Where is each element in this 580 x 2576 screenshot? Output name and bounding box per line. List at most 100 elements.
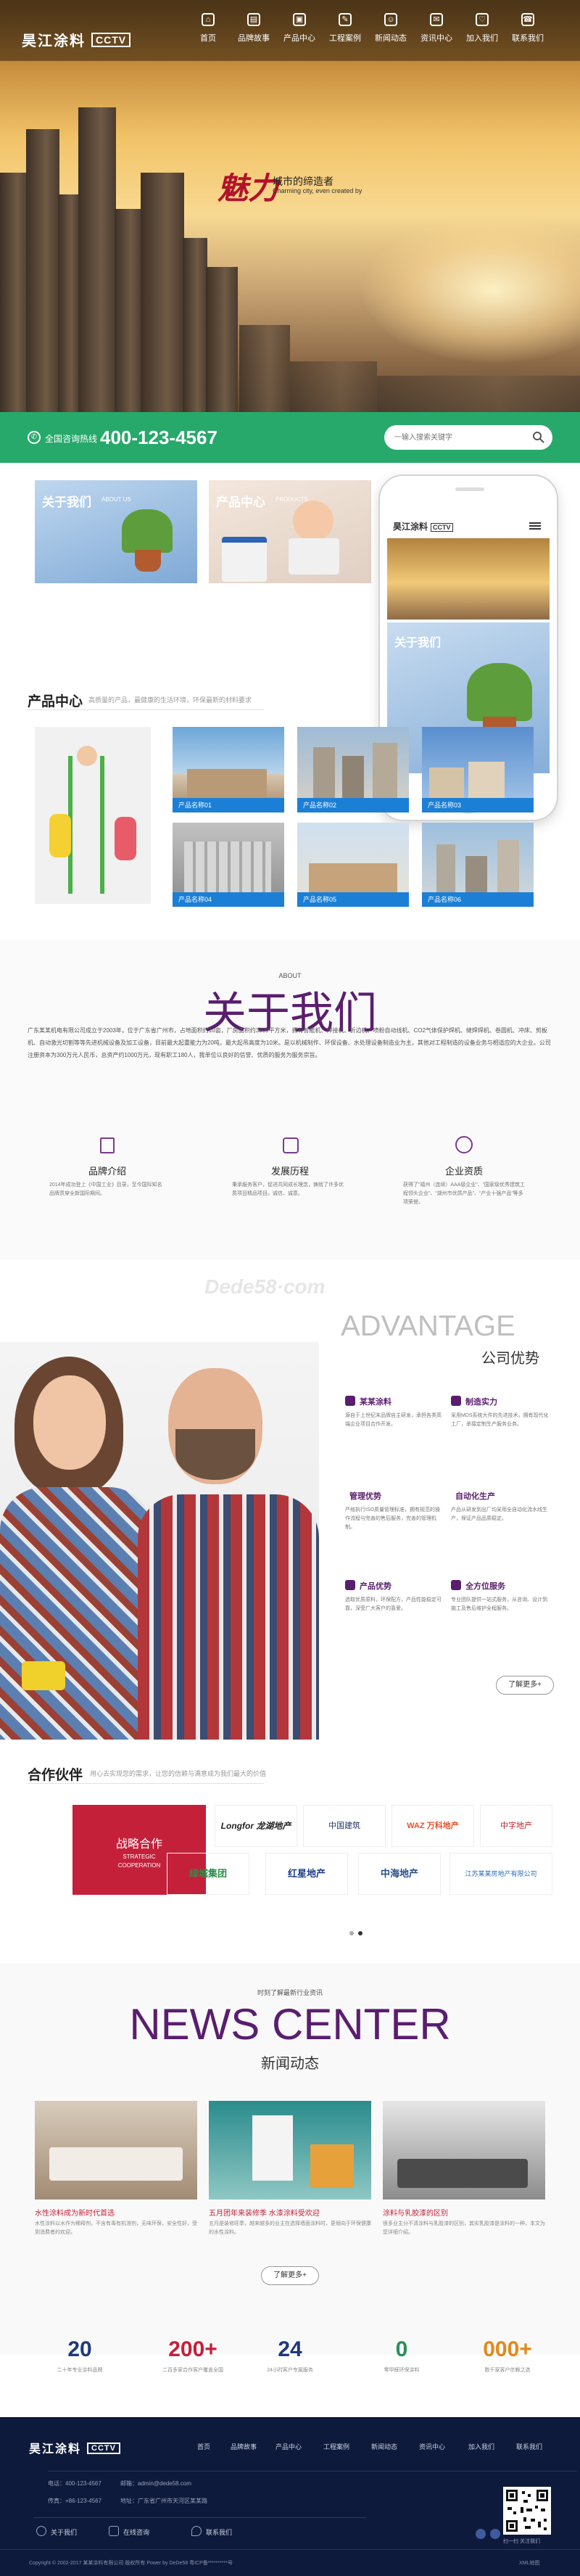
- advantage-item-title: 某某涂料: [360, 1398, 392, 1407]
- service-icon: [451, 1580, 461, 1590]
- footer-link-consult[interactable]: 在线咨询: [123, 2527, 149, 2537]
- products-divider: [28, 709, 264, 710]
- man-beard: [175, 1429, 255, 1480]
- home-icon: ⌂: [202, 13, 215, 26]
- advantage-item-title: 自动化生产: [455, 1492, 495, 1501]
- stat-value: 24: [278, 2337, 302, 2361]
- partner-logo[interactable]: 红星地产: [265, 1853, 348, 1895]
- product-card[interactable]: 产品名称05: [297, 823, 409, 907]
- footer-nav-news[interactable]: 新闻动态: [371, 2442, 397, 2451]
- partner-logo[interactable]: Longfor 龙湖地产: [215, 1805, 297, 1847]
- partner-logo[interactable]: 中国建筑: [303, 1805, 386, 1847]
- search-input[interactable]: [394, 430, 525, 445]
- partner-logo[interactable]: 中海地产: [358, 1853, 441, 1895]
- news-item-title[interactable]: 涂料与乳胶漆的区别: [383, 2207, 545, 2218]
- news-item-text: 很多业主分不清涂料与乳胶漆的区别，其实乳胶漆是涂料的一种，本文为您详细介绍。: [383, 2221, 545, 2235]
- advantage-subtitle: 公司优势: [481, 1351, 539, 1367]
- factory-icon: [451, 1396, 461, 1406]
- site-logo[interactable]: 昊江涂料 CCTV: [22, 29, 131, 50]
- cube-icon: [345, 1580, 355, 1590]
- product-feature-image[interactable]: [35, 727, 151, 904]
- carousel-dot[interactable]: [349, 1931, 354, 1935]
- product-card[interactable]: 产品名称02: [297, 727, 409, 812]
- person-figure-2: [115, 817, 136, 860]
- tile-about-sub: ABOUT US: [102, 496, 131, 503]
- qr-code-image: [503, 2487, 551, 2535]
- partner-logo[interactable]: 江苏某某房地产有限公司: [450, 1853, 552, 1895]
- news-item-title[interactable]: 五月团年来装修季 水漆涂料受欢迎: [209, 2207, 371, 2218]
- location-icon: [191, 2526, 202, 2536]
- footer-nav-cases[interactable]: 工程案例: [323, 2442, 349, 2451]
- footer-link-contact[interactable]: 联系我们: [206, 2527, 232, 2537]
- nav-item-contact[interactable]: ☎ 联系我们: [505, 13, 551, 44]
- news-image[interactable]: [35, 2101, 197, 2200]
- people-icon: ☺: [384, 13, 397, 26]
- partner-logo[interactable]: WAZ 万科地产: [392, 1805, 474, 1847]
- top-navbar: 昊江涂料 CCTV ⌂ 首页 ▤ 品牌故事 ▣ 产品中心 ✎ 工程案例 ☺ 新闻动态 ✉ 资讯…: [0, 0, 580, 61]
- footer-nav-join[interactable]: 加入我们: [468, 2442, 494, 2451]
- tile-products-sub: PRODUCTS: [276, 496, 308, 503]
- wechat-icon[interactable]: [490, 2529, 500, 2539]
- woman-face: [33, 1375, 106, 1470]
- product-card[interactable]: 产品名称06: [422, 823, 534, 907]
- footer-copyright: Copyright © 2002-2017 某某涂料有限公司 版权所有 Powe…: [29, 2561, 233, 2566]
- advantage-item-title: 管理优势: [349, 1492, 381, 1501]
- footer-link-about[interactable]: 关于我们: [51, 2527, 77, 2537]
- nav-item-brand[interactable]: ▤ 品牌故事: [231, 13, 277, 44]
- nav-item-news[interactable]: ☺ 新闻动态: [368, 13, 414, 44]
- partner-logo[interactable]: 中字地产: [480, 1805, 552, 1847]
- tile-products[interactable]: 产品中心 PRODUCTS: [209, 480, 371, 583]
- news-more-button[interactable]: 了解更多+: [261, 2266, 319, 2285]
- footer-nav-brand[interactable]: 品牌故事: [231, 2442, 257, 2451]
- footer-logo[interactable]: 昊江涂料 CCTV: [29, 2439, 120, 2456]
- product-caption: 产品名称02: [297, 798, 409, 812]
- paint-bucket-image: [222, 537, 267, 582]
- footer-email: 邮箱：admin@dede58.com: [120, 2480, 191, 2487]
- qr-caption: 扫一扫 关注我们: [503, 2539, 540, 2544]
- product-card[interactable]: 产品名称03: [422, 727, 534, 812]
- product-card[interactable]: 产品名称01: [173, 727, 284, 812]
- footer-nav-products[interactable]: 产品中心: [276, 2442, 302, 2451]
- phone-tree-image: [467, 663, 532, 721]
- room-furniture: [310, 2144, 354, 2188]
- footer-logo-text: 昊江涂料: [29, 2443, 82, 2456]
- advantage-item-title: 制造实力: [465, 1398, 497, 1407]
- paint-bucket-image-2: [289, 538, 339, 575]
- news-item-title[interactable]: 水性涂料成为新时代首选: [35, 2207, 197, 2218]
- footer-nav-contact[interactable]: 联系我们: [516, 2442, 542, 2451]
- person-figure: [49, 814, 71, 857]
- phone-tile-label: 关于我们: [394, 637, 442, 649]
- tree-house-image: [122, 509, 173, 553]
- product-caption: 产品名称05: [297, 892, 409, 907]
- chat-icon: [109, 2526, 119, 2536]
- partner-logo[interactable]: 绿城集团: [167, 1853, 249, 1895]
- advantage-item-text: 专业团队提供一站式服务，从咨询、设计到施工及售后维护全程服务。: [451, 1597, 547, 1611]
- man-shirt: [138, 1494, 319, 1740]
- hero-banner: 魅力 城市的缔造者 Charming city, even created by: [0, 0, 580, 412]
- partners-subtitle: 用心去实现您的需求，让您的信赖与满意成为我们最大的价值: [90, 1770, 267, 1777]
- nav-item-home[interactable]: ⌂ 首页: [185, 13, 231, 44]
- sofa-image: [397, 2159, 528, 2188]
- nav-item-info[interactable]: ✉ 资讯中心: [413, 13, 460, 44]
- advantage-more-button[interactable]: 了解更多+: [496, 1676, 554, 1695]
- footer-nav-info[interactable]: 资讯中心: [419, 2442, 445, 2451]
- woman-shirt: [0, 1487, 152, 1740]
- nav-item-join[interactable]: ♡ 加入我们: [459, 13, 505, 44]
- tile-about[interactable]: 关于我们 ABOUT US: [35, 480, 197, 583]
- search-icon[interactable]: [532, 431, 545, 444]
- news-title: NEWS CENTER: [129, 2000, 451, 2049]
- menu-icon[interactable]: [529, 522, 541, 530]
- footer-sitemap-link[interactable]: XML地图: [519, 2559, 539, 2567]
- box-icon: ▣: [293, 13, 306, 26]
- news-image[interactable]: [209, 2101, 371, 2200]
- feature-title: 品牌介绍: [88, 1166, 126, 1177]
- heart-icon: ♡: [476, 13, 489, 26]
- nav-item-cases[interactable]: ✎ 工程案例: [322, 13, 368, 44]
- paint-roller: [22, 1661, 65, 1690]
- carousel-dot-active[interactable]: [358, 1931, 362, 1935]
- nav-item-products[interactable]: ▣ 产品中心: [276, 13, 323, 44]
- product-card[interactable]: 产品名称04: [173, 823, 284, 907]
- news-image[interactable]: [383, 2101, 545, 2200]
- weibo-icon[interactable]: [476, 2529, 486, 2539]
- footer-nav-home[interactable]: 首页: [197, 2442, 210, 2451]
